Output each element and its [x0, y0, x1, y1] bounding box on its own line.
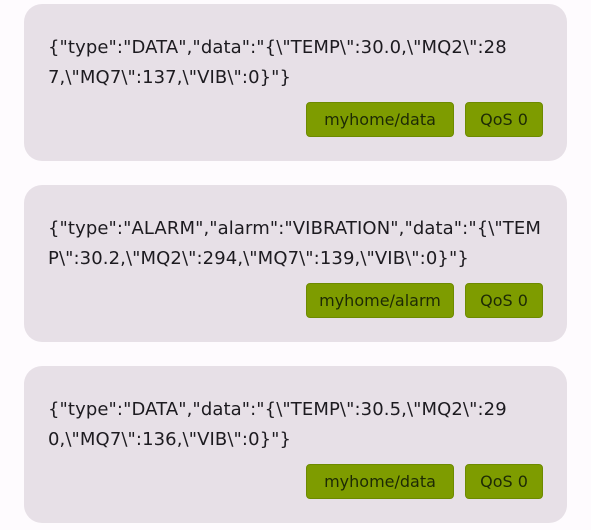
message-payload: {"type":"ALARM","alarm":"VIBRATION","dat…: [48, 218, 541, 269]
message-tags: myhome/data QoS 0: [306, 102, 543, 137]
message-card[interactable]: {"type":"DATA","data":"{\"TEMP\":30.0,\"…: [24, 4, 567, 161]
topic-chip[interactable]: myhome/alarm: [306, 283, 454, 318]
qos-chip[interactable]: QoS 0: [465, 464, 543, 499]
topic-chip[interactable]: myhome/data: [306, 102, 454, 137]
qos-chip[interactable]: QoS 0: [465, 283, 543, 318]
message-payload: {"type":"DATA","data":"{\"TEMP\":30.5,\"…: [48, 399, 507, 450]
message-tags: myhome/alarm QoS 0: [306, 283, 543, 318]
message-card[interactable]: {"type":"DATA","data":"{\"TEMP\":30.5,\"…: [24, 366, 567, 523]
message-card[interactable]: {"type":"ALARM","alarm":"VIBRATION","dat…: [24, 185, 567, 342]
message-payload: {"type":"DATA","data":"{\"TEMP\":30.0,\"…: [48, 37, 507, 88]
topic-chip[interactable]: myhome/data: [306, 464, 454, 499]
qos-chip[interactable]: QoS 0: [465, 102, 543, 137]
message-tags: myhome/data QoS 0: [306, 464, 543, 499]
